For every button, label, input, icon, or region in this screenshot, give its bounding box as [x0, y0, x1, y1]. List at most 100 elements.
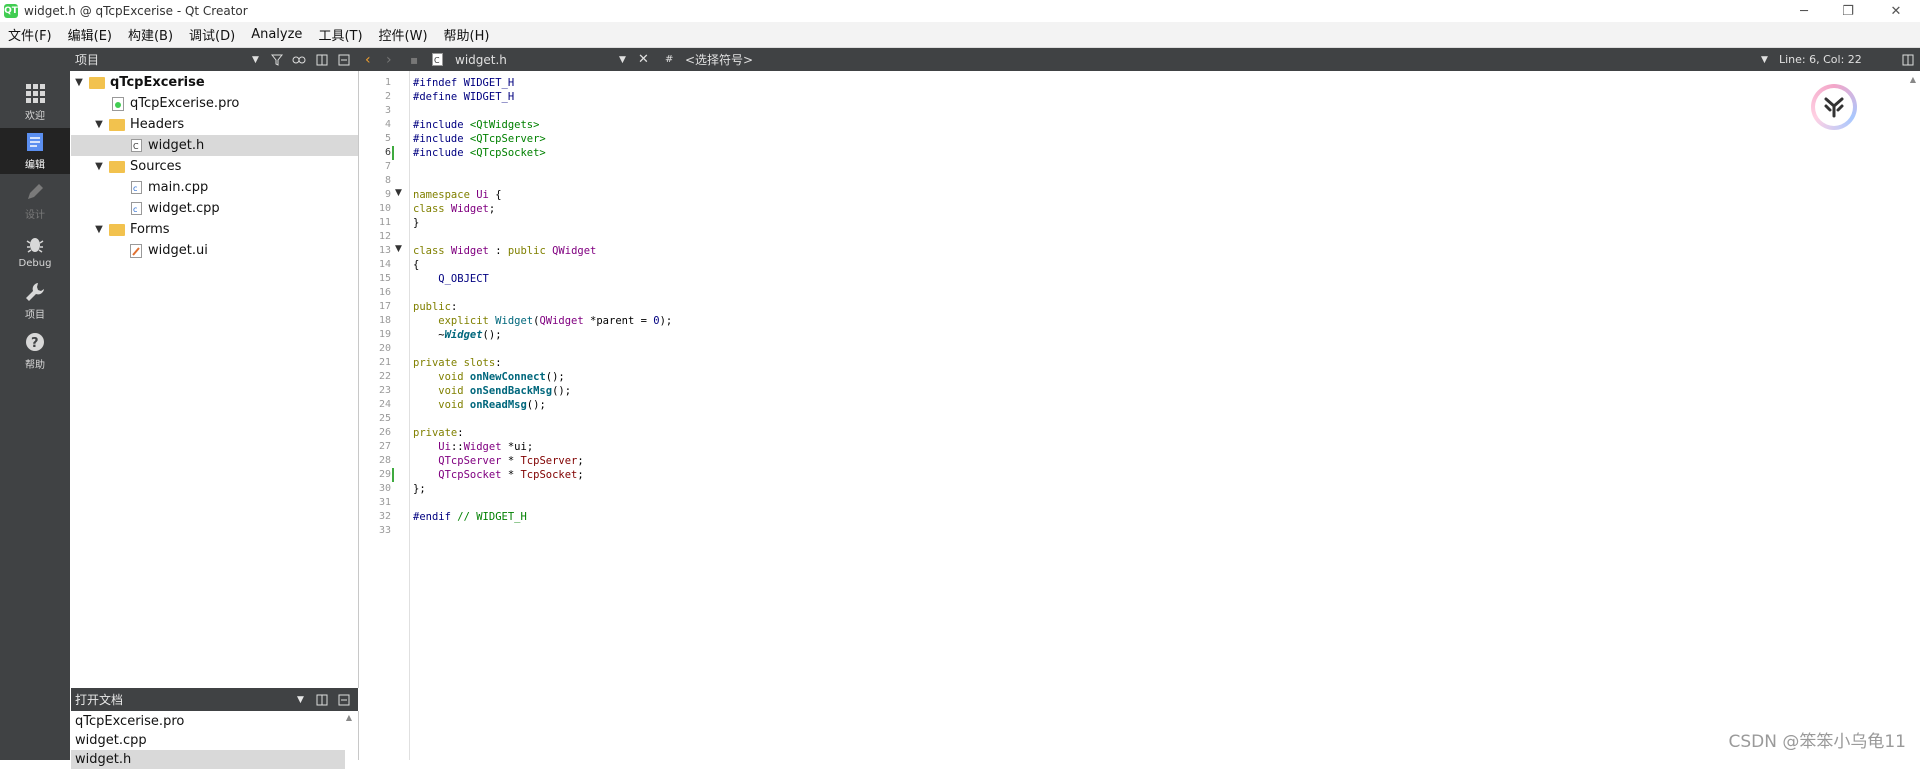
code-line: QTcpServer * TcpServer; [413, 454, 584, 468]
pro-file-icon [111, 96, 125, 112]
code-editor[interactable]: 1 2 3 4 5 6 7 8 9 10 11 12 13 14 15 16 1… [359, 71, 1920, 760]
edit-doc-icon [27, 133, 43, 151]
editor-toolbar: 项目 ▼ ‹ › ▪ C widget.h ▼ ✕ # <选择符号> ▼ Lin… [0, 48, 1920, 71]
change-marker [392, 146, 394, 160]
file-dropdown-icon[interactable]: ▼ [619, 48, 626, 71]
code-token: namespace [413, 189, 470, 201]
assistant-logo-icon[interactable] [1811, 84, 1857, 130]
code-line: #include <QTcpSocket> [413, 146, 546, 160]
restore-icon[interactable]: ❐ [1828, 0, 1868, 22]
mode-design-label: 设计 [25, 210, 45, 221]
symbol-combo[interactable]: <选择符号> [685, 48, 753, 71]
title-bar: QT widget.h @ qTcpExcerise - Qt Creator … [0, 0, 1920, 22]
code-token: void [413, 385, 464, 397]
code-token: ; [577, 455, 584, 467]
mode-design[interactable]: 设计 [0, 178, 70, 224]
tree-item-widget-cpp[interactable]: c widget.cpp [71, 198, 358, 219]
line-number: 7 [384, 161, 391, 172]
nav-back-icon[interactable]: ‹ [365, 48, 371, 71]
mode-welcome[interactable]: 欢迎 [0, 79, 70, 125]
code-token: public [507, 245, 546, 257]
mode-help[interactable]: ? 帮助 [0, 328, 70, 374]
svg-text:c: c [133, 184, 137, 193]
code-token: // WIDGET_H [450, 511, 527, 523]
header-file-icon: C [129, 138, 143, 154]
line-number: 33 [378, 525, 391, 536]
code-token: :: [450, 441, 464, 453]
line-number: 5 [384, 133, 391, 144]
close-panel-icon[interactable] [338, 688, 350, 711]
close-icon[interactable]: ✕ [1876, 0, 1916, 22]
line-number: 23 [378, 385, 391, 396]
chevron-down-icon[interactable]: ▼ [93, 119, 105, 130]
menu-edit[interactable]: 编辑(E) [60, 25, 120, 44]
line-number: 28 [378, 455, 391, 466]
code-token: : [450, 301, 458, 313]
code-token: #define [413, 91, 458, 103]
code-line: void onNewConnect(); [413, 370, 564, 384]
menu-tools[interactable]: 工具(T) [310, 25, 370, 44]
open-docs-dropdown-icon[interactable]: ▼ [297, 688, 304, 711]
cursor-position[interactable]: Line: 6, Col: 22 [1779, 48, 1862, 71]
chevron-down-icon[interactable]: ▼ [73, 77, 85, 88]
mode-debug[interactable]: Debug [0, 228, 70, 274]
headers-label: Headers [130, 117, 185, 132]
open-doc-item[interactable]: qTcpExcerise.pro [71, 712, 345, 731]
minimize-icon[interactable]: ─ [1784, 0, 1824, 22]
close-document-icon[interactable]: ✕ [638, 48, 649, 71]
chevron-down-icon[interactable]: ▼ [93, 224, 105, 235]
menu-bar: 文件(F) 编辑(E) 构建(B) 调试(D) Analyze 工具(T) 控件… [0, 22, 1920, 48]
line-number: 18 [378, 315, 391, 326]
pro-file-label: qTcpExcerise.pro [130, 96, 240, 111]
scroll-up-icon[interactable]: ▲ [1910, 75, 1916, 84]
code-line: explicit Widget(QWidget *parent = 0); [413, 314, 672, 328]
mode-edit[interactable]: 编辑 [0, 128, 70, 174]
menu-file[interactable]: 文件(F) [0, 25, 60, 44]
code-token: <QtWidgets> [463, 119, 540, 131]
tree-item-widget-ui[interactable]: widget.ui [71, 240, 358, 261]
tree-item-pro-file[interactable]: qTcpExcerise.pro [71, 93, 358, 114]
code-token: explicit [413, 315, 489, 327]
file-name-combo[interactable]: widget.h [455, 48, 507, 71]
link-icon[interactable] [292, 48, 306, 71]
line-number: 29 [378, 469, 391, 480]
open-doc-item[interactable]: widget.cpp [71, 731, 345, 750]
code-token: QTcpSocket [413, 469, 502, 481]
chevron-down-icon[interactable]: ▼ [93, 161, 105, 172]
menu-analyze[interactable]: Analyze [243, 27, 310, 42]
mode-welcome-label: 欢迎 [25, 111, 45, 122]
window-title: widget.h @ qTcpExcerise - Qt Creator [24, 4, 248, 18]
filter-icon[interactable] [271, 48, 283, 71]
tree-item-main-cpp[interactable]: c main.cpp [71, 177, 358, 198]
split-icon[interactable] [316, 48, 328, 71]
widget-ui-label: widget.ui [148, 243, 208, 258]
change-marker [392, 468, 394, 482]
menu-build[interactable]: 构建(B) [120, 25, 181, 44]
mode-projects[interactable]: 项目 [0, 278, 70, 324]
code-token: Widget [463, 441, 502, 453]
menu-debug[interactable]: 调试(D) [181, 25, 243, 44]
menu-controls[interactable]: 控件(W) [371, 25, 436, 44]
tree-item-forms[interactable]: ▼ Forms [71, 219, 358, 240]
panel-dropdown-icon[interactable]: ▼ [252, 48, 259, 71]
cpp-file-icon: c [129, 201, 143, 217]
code-token: : [495, 357, 502, 369]
tree-item-project[interactable]: ▼ qTcpExcerise [71, 72, 358, 93]
fold-chevron-icon[interactable]: ▼ [395, 244, 402, 254]
symbol-dropdown-icon[interactable]: ▼ [1761, 48, 1768, 71]
code-token: WIDGET_H [457, 91, 515, 103]
tree-item-widget-h[interactable]: C widget.h [71, 135, 358, 156]
split-editor-icon[interactable] [1902, 48, 1914, 71]
tree-item-sources[interactable]: ▼ Sources [71, 156, 358, 177]
headers-folder-icon [109, 118, 125, 131]
sources-label: Sources [130, 159, 182, 174]
menu-help[interactable]: 帮助(H) [436, 25, 498, 44]
code-token: #endif [413, 511, 451, 523]
fold-chevron-icon[interactable]: ▼ [395, 188, 402, 198]
code-line: ~Widget(); [413, 328, 501, 342]
close-panel-icon[interactable] [338, 48, 350, 71]
split-icon[interactable] [316, 688, 328, 711]
scroll-up-icon[interactable]: ▲ [346, 713, 352, 722]
tree-item-headers[interactable]: ▼ Headers [71, 114, 358, 135]
nav-forward-icon[interactable]: › [386, 48, 392, 71]
